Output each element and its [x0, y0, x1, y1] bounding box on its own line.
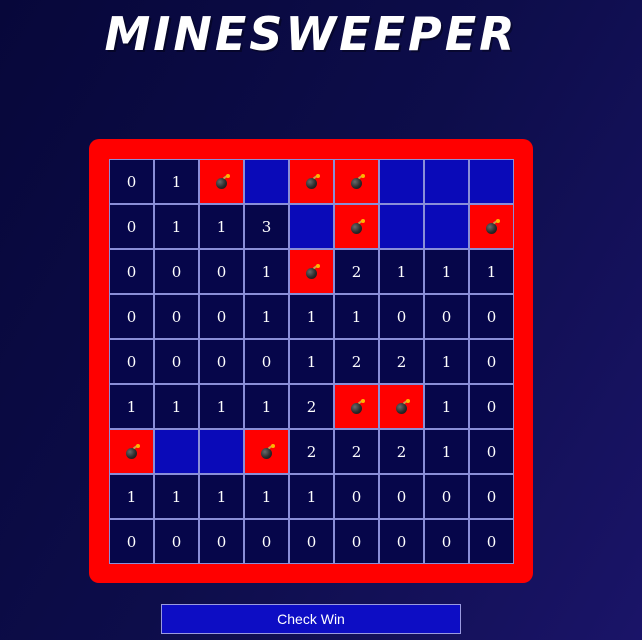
revealed-cell[interactable]: 1: [289, 474, 334, 519]
revealed-cell[interactable]: 1: [154, 384, 199, 429]
revealed-cell[interactable]: 0: [469, 519, 514, 564]
revealed-cell[interactable]: 1: [244, 384, 289, 429]
revealed-cell[interactable]: 1: [244, 294, 289, 339]
hidden-cell[interactable]: [289, 204, 334, 249]
revealed-cell[interactable]: 1: [289, 294, 334, 339]
bomb-icon: [395, 398, 410, 414]
revealed-cell[interactable]: 1: [289, 339, 334, 384]
revealed-cell[interactable]: 2: [379, 339, 424, 384]
hidden-cell[interactable]: [469, 159, 514, 204]
revealed-cell[interactable]: 1: [109, 474, 154, 519]
revealed-cell[interactable]: 1: [109, 384, 154, 429]
revealed-cell[interactable]: 1: [244, 474, 289, 519]
revealed-cell[interactable]: 0: [109, 159, 154, 204]
revealed-cell[interactable]: 0: [109, 204, 154, 249]
revealed-cell[interactable]: 0: [109, 519, 154, 564]
revealed-cell[interactable]: 0: [199, 519, 244, 564]
revealed-cell[interactable]: 0: [199, 249, 244, 294]
bomb-icon: [260, 443, 275, 459]
revealed-cell[interactable]: 1: [379, 249, 424, 294]
revealed-cell[interactable]: 0: [244, 339, 289, 384]
game-title: MINESWEEPER: [104, 7, 518, 61]
revealed-cell[interactable]: 0: [154, 519, 199, 564]
revealed-cell[interactable]: 2: [379, 429, 424, 474]
mine-cell[interactable]: [109, 429, 154, 474]
mine-cell[interactable]: [334, 384, 379, 429]
revealed-cell[interactable]: 0: [379, 294, 424, 339]
revealed-cell[interactable]: 1: [424, 429, 469, 474]
revealed-cell[interactable]: 1: [199, 474, 244, 519]
revealed-cell[interactable]: 0: [154, 339, 199, 384]
revealed-cell[interactable]: 0: [199, 339, 244, 384]
revealed-cell[interactable]: 1: [424, 249, 469, 294]
minesweeper-grid: 0101130001211100011100000001221011112102…: [109, 159, 514, 564]
revealed-cell[interactable]: 0: [424, 474, 469, 519]
revealed-cell[interactable]: 0: [379, 519, 424, 564]
revealed-cell[interactable]: 0: [469, 339, 514, 384]
revealed-cell[interactable]: 0: [424, 519, 469, 564]
revealed-cell[interactable]: 0: [109, 249, 154, 294]
mine-cell[interactable]: [199, 159, 244, 204]
bomb-icon: [125, 443, 140, 459]
revealed-cell[interactable]: 0: [244, 519, 289, 564]
revealed-cell[interactable]: 2: [289, 384, 334, 429]
revealed-cell[interactable]: 1: [154, 204, 199, 249]
mine-cell[interactable]: [289, 159, 334, 204]
mine-cell[interactable]: [334, 204, 379, 249]
bomb-icon: [305, 263, 320, 279]
revealed-cell[interactable]: 1: [424, 339, 469, 384]
revealed-cell[interactable]: 2: [334, 249, 379, 294]
bomb-icon: [350, 218, 365, 234]
revealed-cell[interactable]: 1: [199, 204, 244, 249]
mine-cell[interactable]: [469, 204, 514, 249]
revealed-cell[interactable]: 0: [469, 474, 514, 519]
mine-cell[interactable]: [379, 384, 424, 429]
revealed-cell[interactable]: 1: [424, 384, 469, 429]
bomb-icon: [305, 173, 320, 189]
check-win-button[interactable]: Check Win: [161, 604, 461, 634]
revealed-cell[interactable]: 1: [334, 294, 379, 339]
revealed-cell[interactable]: 0: [289, 519, 334, 564]
hidden-cell[interactable]: [379, 204, 424, 249]
hidden-cell[interactable]: [424, 159, 469, 204]
revealed-cell[interactable]: 1: [469, 249, 514, 294]
revealed-cell[interactable]: 0: [334, 519, 379, 564]
hidden-cell[interactable]: [244, 159, 289, 204]
revealed-cell[interactable]: 0: [469, 429, 514, 474]
revealed-cell[interactable]: 0: [109, 339, 154, 384]
revealed-cell[interactable]: 0: [424, 294, 469, 339]
mine-cell[interactable]: [244, 429, 289, 474]
revealed-cell[interactable]: 2: [289, 429, 334, 474]
revealed-cell[interactable]: 1: [199, 384, 244, 429]
bomb-icon: [350, 398, 365, 414]
hidden-cell[interactable]: [379, 159, 424, 204]
revealed-cell[interactable]: 2: [334, 339, 379, 384]
revealed-cell[interactable]: 2: [334, 429, 379, 474]
revealed-cell[interactable]: 0: [154, 294, 199, 339]
revealed-cell[interactable]: 1: [154, 159, 199, 204]
mine-cell[interactable]: [289, 249, 334, 294]
bomb-icon: [485, 218, 500, 234]
revealed-cell[interactable]: 0: [109, 294, 154, 339]
hidden-cell[interactable]: [199, 429, 244, 474]
revealed-cell[interactable]: 0: [154, 249, 199, 294]
bomb-icon: [350, 173, 365, 189]
revealed-cell[interactable]: 0: [469, 384, 514, 429]
board-frame: 0101130001211100011100000001221011112102…: [89, 139, 533, 583]
revealed-cell[interactable]: 0: [469, 294, 514, 339]
mine-cell[interactable]: [334, 159, 379, 204]
hidden-cell[interactable]: [424, 204, 469, 249]
bomb-icon: [215, 173, 230, 189]
revealed-cell[interactable]: 3: [244, 204, 289, 249]
revealed-cell[interactable]: 0: [334, 474, 379, 519]
revealed-cell[interactable]: 1: [244, 249, 289, 294]
hidden-cell[interactable]: [154, 429, 199, 474]
revealed-cell[interactable]: 0: [379, 474, 424, 519]
revealed-cell[interactable]: 0: [199, 294, 244, 339]
revealed-cell[interactable]: 1: [154, 474, 199, 519]
